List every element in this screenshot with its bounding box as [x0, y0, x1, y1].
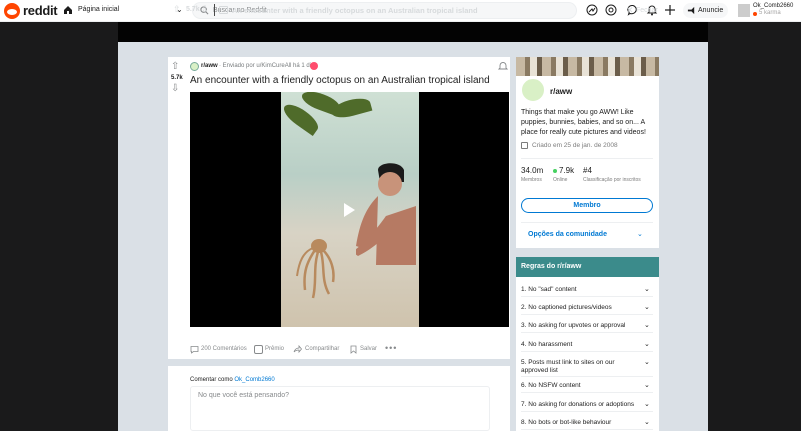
- subreddit-link[interactable]: r/aww: [201, 63, 218, 69]
- bar-vote-score: 5.7k: [186, 6, 200, 13]
- rule-divider: [521, 392, 653, 393]
- rule-divider: [521, 314, 653, 315]
- close-post-button[interactable]: Fechar: [636, 7, 658, 14]
- rule-divider: [521, 351, 653, 352]
- online-label: Online: [553, 177, 568, 183]
- home-dropdown-label[interactable]: Página inicial: [78, 6, 119, 13]
- comment-as-user[interactable]: Ok_Comb2660: [234, 377, 274, 383]
- join-button[interactable]: Membro: [521, 198, 653, 213]
- share-icon: [293, 345, 302, 354]
- chevron-down-icon[interactable]: ⌄: [644, 381, 650, 389]
- rule-item[interactable]: 2. No captioned pictures/videos: [521, 304, 639, 312]
- community-created: Criado em 25 de jan. de 2008: [532, 142, 618, 149]
- upvote-icon[interactable]: ⇧: [171, 61, 179, 72]
- chevron-down-icon[interactable]: ⌄: [637, 230, 643, 238]
- home-icon: [64, 6, 72, 14]
- rule-divider: [521, 411, 653, 412]
- rule-item[interactable]: 7. No asking for donations or adoptions: [521, 401, 639, 409]
- person-figure: [356, 163, 416, 265]
- chevron-down-icon[interactable]: ⌄: [644, 340, 650, 348]
- popular-icon[interactable]: [586, 4, 598, 16]
- community-name[interactable]: r/aww: [550, 87, 572, 96]
- karma-icon: [753, 12, 757, 16]
- reddit-logo-icon[interactable]: [4, 3, 20, 19]
- coins-icon[interactable]: [605, 4, 617, 16]
- chevron-down-icon[interactable]: ⌄: [644, 321, 650, 329]
- chevron-down-icon[interactable]: ⌄: [644, 285, 650, 293]
- rank-label: Classificação por inscritos: [583, 177, 641, 183]
- bar-divider: [214, 4, 215, 16]
- rank-value: #4: [583, 166, 592, 175]
- advertise-label: Anuncie: [698, 7, 724, 14]
- palm-leaf: [329, 95, 373, 121]
- divider: [521, 158, 653, 159]
- comment-as-prefix: Comentar como: [190, 377, 235, 383]
- divider: [521, 222, 653, 223]
- vote-score: 5.7k: [171, 75, 183, 81]
- online-dot-icon: [553, 169, 557, 173]
- post-overlay-bar: [118, 22, 708, 42]
- rule-item[interactable]: 3. No asking for upvotes or approval: [521, 322, 639, 330]
- play-icon[interactable]: [344, 203, 355, 217]
- close-icon[interactable]: ✕: [626, 5, 634, 16]
- comment-icon: [190, 346, 199, 354]
- posted-by[interactable]: · Enviado por u/KimCureAll há 1 dia: [219, 63, 314, 69]
- chevron-down-icon[interactable]: ⌄: [644, 303, 650, 311]
- share-button[interactable]: Compartilhar: [305, 346, 339, 352]
- chevron-down-icon[interactable]: ⌄: [644, 358, 650, 366]
- comment-placeholder: No que você está pensando?: [198, 392, 290, 399]
- post-title: An encounter with a friendly octopus on …: [190, 75, 490, 86]
- award-icon: [310, 62, 318, 70]
- community-avatar: [520, 77, 546, 103]
- rule-item[interactable]: 8. No bots or bot-like behaviour: [521, 419, 639, 427]
- members-label: Membros: [521, 177, 542, 183]
- megaphone-icon: [687, 6, 695, 15]
- bookmark-icon: [350, 345, 357, 354]
- online-count: 7.9k: [559, 166, 575, 175]
- upvote-arrow-icon[interactable]: ⇧: [173, 4, 181, 15]
- user-avatar[interactable]: [738, 4, 750, 17]
- rule-item[interactable]: 4. No harassment: [521, 341, 639, 349]
- members-count: 34.0m: [521, 166, 544, 175]
- rule-divider: [521, 296, 653, 297]
- reddit-wordmark[interactable]: reddit: [23, 3, 58, 18]
- rule-divider: [521, 332, 653, 333]
- octopus-figure: [296, 239, 335, 299]
- rule-item[interactable]: 5. Posts must link to sites on our appro…: [521, 359, 639, 375]
- downvote-icon[interactable]: ⇩: [171, 83, 179, 94]
- bar-post-title: An encounter with a friendly octopus on …: [232, 6, 478, 15]
- rule-divider: [521, 429, 653, 430]
- community-options-toggle[interactable]: Opções da comunidade: [528, 231, 607, 238]
- subreddit-icon[interactable]: [190, 62, 199, 71]
- award-button[interactable]: Prêmio: [265, 346, 284, 352]
- rules-title: Regras do r/r/aww: [521, 263, 582, 270]
- downvote-arrow-icon[interactable]: ⇩: [201, 4, 209, 15]
- cake-icon: [521, 142, 528, 149]
- advertise-button[interactable]: Anuncie: [683, 3, 728, 18]
- community-description: Things that make you go AWW! Like puppie…: [521, 109, 646, 136]
- chevron-down-icon[interactable]: ⌄: [644, 400, 650, 408]
- karma-count: 5 karma: [759, 10, 781, 16]
- comment-as-label: Comentar como Ok_Comb2660: [190, 377, 275, 383]
- video-post-icon: [219, 6, 228, 14]
- community-banner: [516, 57, 659, 76]
- award-gift-icon: [254, 345, 263, 354]
- rule-item[interactable]: 6. No NSFW content: [521, 382, 639, 390]
- rule-divider: [521, 376, 653, 377]
- save-button[interactable]: Salvar: [360, 346, 377, 352]
- more-options-button[interactable]: •••: [385, 343, 397, 353]
- create-post-plus-icon[interactable]: [664, 4, 676, 16]
- follow-bell-icon[interactable]: [498, 61, 508, 71]
- comments-button[interactable]: 200 Comentários: [201, 346, 247, 352]
- rule-item[interactable]: 1. No "sad" content: [521, 286, 639, 294]
- username[interactable]: Ok_Comb2660: [753, 3, 793, 9]
- chevron-down-icon[interactable]: ⌄: [644, 418, 650, 426]
